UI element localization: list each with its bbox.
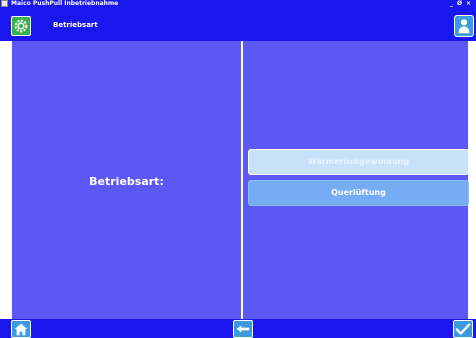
option-querlueftung[interactable]: Querlüftung bbox=[248, 180, 469, 206]
option-waermerueckgewinnung[interactable]: Wärmerückgewinnung bbox=[248, 149, 469, 175]
confirm-button[interactable] bbox=[453, 320, 473, 338]
betriebsart-label: Betriebsart: bbox=[89, 175, 164, 188]
back-button[interactable] bbox=[233, 320, 253, 338]
checkmark-icon bbox=[455, 323, 471, 335]
back-arrow-icon bbox=[236, 325, 250, 333]
settings-button[interactable] bbox=[11, 16, 31, 36]
app-icon bbox=[1, 0, 8, 7]
page-title: Betriebsart bbox=[53, 21, 98, 29]
close-button[interactable]: × bbox=[465, 0, 472, 7]
user-button[interactable] bbox=[454, 15, 474, 37]
settings-gear-icon bbox=[14, 19, 28, 33]
user-icon bbox=[458, 19, 470, 34]
home-button[interactable] bbox=[11, 320, 31, 338]
minimize-button[interactable]: _ bbox=[448, 0, 455, 7]
home-icon bbox=[14, 323, 28, 336]
panel-divider bbox=[241, 41, 243, 319]
window-title: Maico PushPull Inbetriebnahme bbox=[11, 0, 119, 7]
maximize-button[interactable]: Ø bbox=[456, 0, 463, 7]
